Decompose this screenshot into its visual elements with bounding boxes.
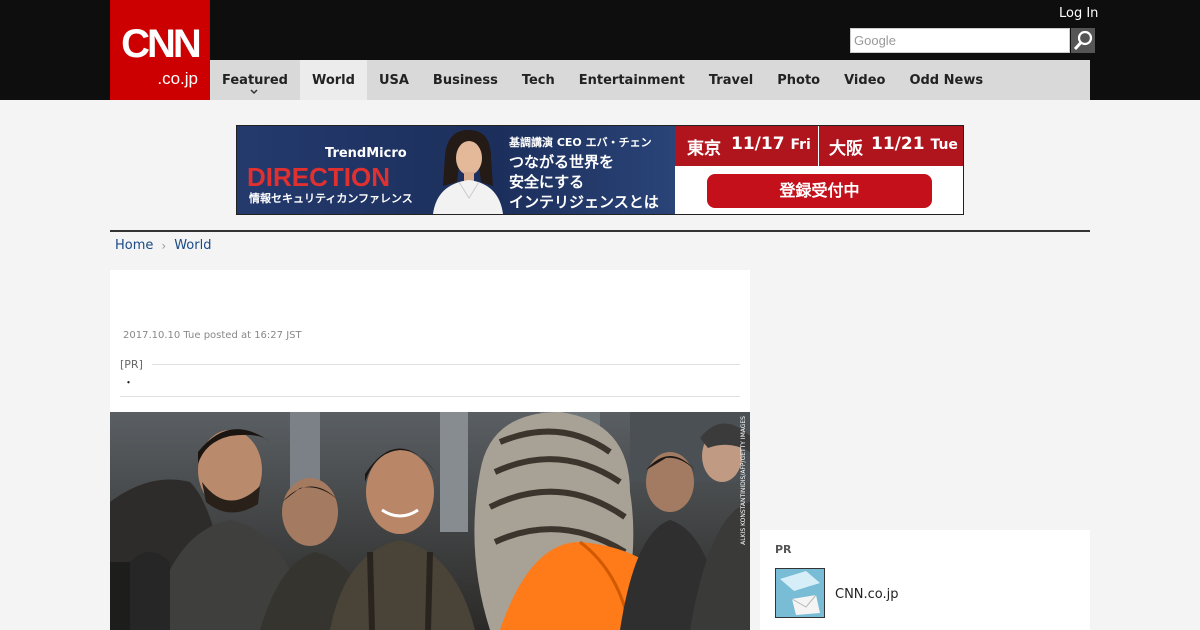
- nav-item-label: Entertainment: [578, 72, 685, 88]
- nav-item-label: Travel: [708, 72, 754, 88]
- pr-link[interactable]: ・: [123, 374, 134, 390]
- cnn-logo[interactable]: CNN .co.jp: [110, 0, 210, 100]
- logo-main-text: CNN: [121, 22, 202, 66]
- banner-day: Fri: [790, 137, 811, 153]
- breadcrumb: Home › World: [115, 238, 211, 253]
- nav-item-photo[interactable]: Photo: [765, 60, 832, 100]
- nav-item-label: Tech: [521, 72, 555, 88]
- nav-item-label: Video: [844, 72, 886, 88]
- banner-event-title: DIRECTION: [247, 162, 390, 192]
- nav-item-label: Featured: [222, 72, 288, 88]
- pr-link-title[interactable]: CNN.co.jp: [835, 587, 899, 602]
- banner-date: 11/21 Tue: [871, 134, 958, 154]
- envelope-icon: [776, 569, 824, 617]
- search-button[interactable]: [1071, 28, 1095, 53]
- nav-item-entertainment[interactable]: Entertainment: [567, 60, 697, 100]
- chevron-down-icon: [250, 89, 258, 95]
- banner-copy: つながる世界を 安全にする インテリジェンスとは: [509, 152, 679, 212]
- banner-city: 東京: [687, 139, 721, 159]
- main-nav: Featured World USA Business Tech Enterta…: [210, 60, 1090, 100]
- search-icon: [1073, 30, 1093, 51]
- banner-tokyo-date: 東京 11/17 Fri: [675, 126, 818, 166]
- nav-item-business[interactable]: Business: [421, 60, 510, 100]
- login-link[interactable]: Log In: [1059, 6, 1098, 21]
- nav-item-label: World: [311, 72, 355, 88]
- nav-item-label: Photo: [777, 72, 821, 88]
- speaker-photo: [433, 130, 503, 214]
- banner-brand: TrendMicro: [325, 146, 407, 161]
- banner-conference: 情報セキュリティカンファレンス: [249, 192, 413, 205]
- banner-day: Tue: [930, 137, 958, 153]
- nav-item-label: USA: [378, 72, 409, 88]
- article-card: 2017.10.10 Tue posted at 16:27 JST [PR] …: [110, 270, 750, 630]
- logo-sub-text: .co.jp: [157, 69, 198, 88]
- banner-copy-line: つながる世界を: [509, 153, 615, 171]
- nav-item-tech[interactable]: Tech: [510, 60, 567, 100]
- banner-copy-line: 安全にする: [509, 173, 585, 191]
- ad-banner[interactable]: TrendMicro DIRECTION 情報セキュリティカンファレンス 基調講…: [236, 125, 964, 215]
- banner-city: 大阪: [829, 139, 863, 159]
- pr-thumbnail[interactable]: [775, 568, 825, 618]
- nav-item-travel[interactable]: Travel: [697, 60, 765, 100]
- banner-copy-line: インテリジェンスとは: [509, 193, 659, 211]
- banner-osaka-date: 大阪 11/21 Tue: [819, 126, 963, 166]
- search-input[interactable]: [850, 28, 1070, 53]
- breadcrumb-home[interactable]: Home: [115, 238, 153, 253]
- banner-speaker: 基調講演 CEO エバ・チェン: [509, 136, 652, 149]
- section-divider: [110, 230, 1090, 232]
- banner-date-value: 11/21: [871, 134, 925, 154]
- pr-bottom-divider: [120, 396, 740, 397]
- pr-label: [PR]: [120, 358, 143, 371]
- article-photo: ALKIS KONSTANTINIDIS/AFP/GETTY IMAGES: [110, 412, 750, 630]
- banner-register-button[interactable]: 登録受付中: [707, 174, 932, 208]
- nav-item-featured[interactable]: Featured: [210, 60, 300, 100]
- photo-credit: ALKIS KONSTANTINIDIS/AFP/GETTY IMAGES: [740, 416, 747, 545]
- banner-date-value: 11/17: [731, 134, 785, 154]
- sidebar-pr-title: PR: [775, 543, 792, 556]
- posted-timestamp: 2017.10.10 Tue posted at 16:27 JST: [123, 330, 302, 341]
- nav-item-odd-news[interactable]: Odd News: [897, 60, 995, 100]
- sidebar-pr-box: PR CNN.co.jp: [760, 530, 1090, 630]
- pr-divider: [152, 364, 740, 365]
- banner-date: 11/17 Fri: [731, 134, 811, 154]
- breadcrumb-world[interactable]: World: [174, 238, 211, 253]
- nav-item-world[interactable]: World: [299, 60, 367, 100]
- nav-item-label: Business: [432, 72, 498, 88]
- nav-item-video[interactable]: Video: [832, 60, 897, 100]
- nav-item-label: Odd News: [909, 72, 984, 88]
- article-photo-image: [110, 412, 750, 630]
- nav-item-usa[interactable]: USA: [367, 60, 421, 100]
- chevron-right-icon: ›: [161, 238, 167, 253]
